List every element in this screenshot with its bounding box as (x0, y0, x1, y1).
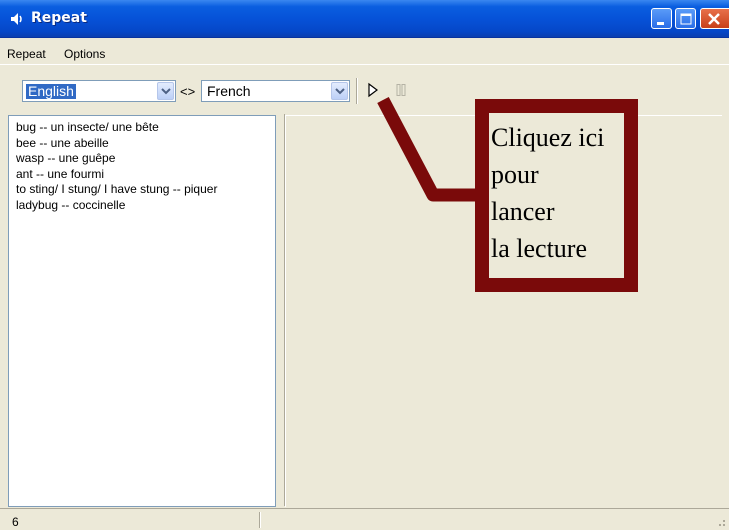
text-line: bee -- une abeille (16, 135, 109, 150)
maximize-icon (680, 13, 692, 25)
source-language-dropdown-button[interactable] (157, 82, 174, 100)
speaker-icon (11, 13, 22, 25)
window-title: Repeat (31, 10, 87, 26)
status-separator (259, 512, 261, 528)
text-line: to sting/ I stung/ I have stung -- pique… (16, 182, 218, 197)
text-line: ant -- une fourmi (16, 166, 105, 181)
menu-repeat[interactable]: Repeat (7, 47, 46, 61)
text-line: ladybug -- coccinelle (16, 197, 126, 212)
minimize-button[interactable] (651, 8, 672, 29)
chevron-down-icon (335, 88, 345, 95)
maximize-button[interactable] (675, 8, 696, 29)
callout-line: la lecture (491, 234, 587, 263)
callout-box: Cliquez ici pour lancer la lecture (475, 99, 638, 292)
callout-text: Cliquez ici pour lancer la lecture (491, 119, 604, 267)
resize-grip-icon[interactable] (714, 515, 726, 527)
menu-separator (0, 64, 729, 65)
text-line: wasp -- une guêpe (16, 151, 116, 166)
target-language-select[interactable]: French (201, 80, 350, 102)
line-count: 6 (12, 515, 19, 529)
close-icon (708, 13, 720, 25)
source-language-select[interactable]: English (22, 80, 176, 102)
vocabulary-text-area[interactable]: bug -- un insecte/ une bête bee -- une a… (8, 115, 276, 507)
chevron-down-icon (161, 88, 171, 95)
text-line: bug -- un insecte/ une bête (16, 120, 159, 134)
callout-line: Cliquez ici (491, 123, 605, 152)
target-language-dropdown-button[interactable] (331, 82, 348, 100)
title-bar: Repeat (0, 0, 729, 38)
toolbar-separator (356, 78, 358, 104)
source-language-value: English (26, 83, 76, 99)
menu-bar: Repeat Options (0, 37, 729, 67)
menu-options[interactable]: Options (64, 47, 105, 61)
close-button[interactable] (700, 8, 729, 29)
pause-icon[interactable] (396, 84, 406, 96)
swap-languages-icon[interactable]: <> (180, 84, 195, 99)
play-icon[interactable] (367, 82, 379, 98)
callout-line: pour (491, 160, 539, 189)
target-language-value: French (207, 83, 251, 99)
status-bar: 6 (0, 508, 729, 530)
callout-line: lancer (491, 197, 555, 226)
minimize-icon (657, 22, 664, 25)
